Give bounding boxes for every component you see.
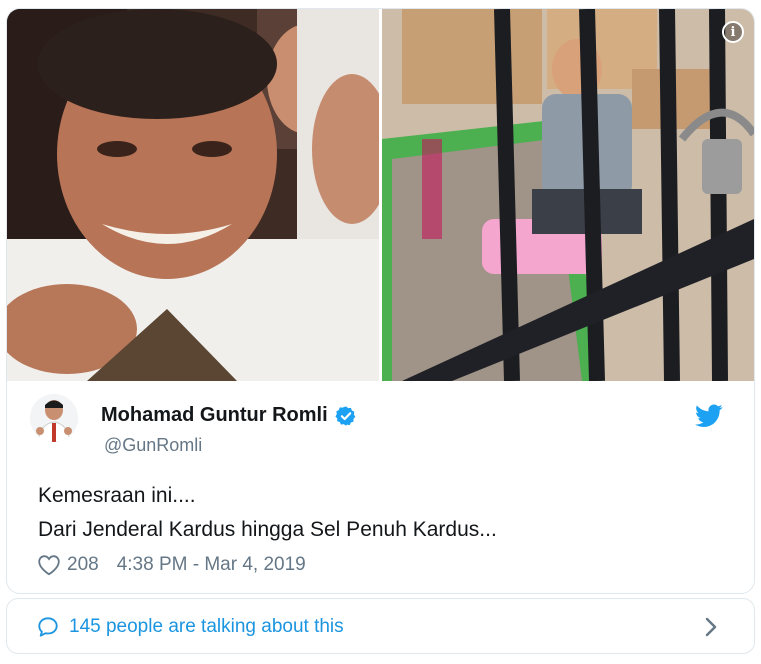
tweet-text-line: Kemesraan ini....: [38, 484, 196, 507]
info-icon[interactable]: i: [722, 21, 744, 43]
tweet-photo-embrace[interactable]: [7, 9, 379, 381]
author-handle[interactable]: @GunRomli: [104, 435, 202, 456]
twitter-bird-icon[interactable]: [695, 404, 723, 428]
chevron-right-icon[interactable]: [704, 617, 718, 637]
tweet-media[interactable]: i: [7, 9, 754, 381]
speech-bubble-icon: [38, 617, 58, 637]
like-count[interactable]: 208: [67, 554, 99, 576]
verified-badge-icon: [335, 405, 356, 426]
tweet-photo-cell[interactable]: i: [382, 9, 754, 381]
heart-icon[interactable]: [37, 554, 61, 576]
tweet-text-line: Dari Jenderal Kardus hingga Sel Penuh Ka…: [38, 518, 497, 541]
tweet-timestamp[interactable]: 4:38 PM - Mar 4, 2019: [117, 554, 306, 576]
author-name-row[interactable]: Mohamad Guntur Romli: [101, 404, 357, 427]
conversation-link[interactable]: 145 people are talking about this: [6, 598, 755, 654]
avatar[interactable]: [30, 394, 78, 442]
talking-count-text[interactable]: 145 people are talking about this: [69, 616, 344, 638]
author-name[interactable]: Mohamad Guntur Romli: [101, 404, 328, 427]
tweet-meta: 208 4:38 PM - Mar 4, 2019: [37, 554, 306, 576]
